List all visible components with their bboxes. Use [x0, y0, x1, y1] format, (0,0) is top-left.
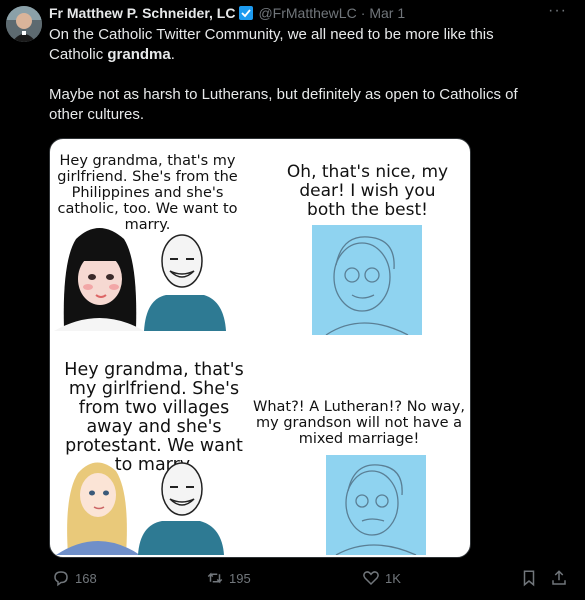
heart-icon	[363, 571, 379, 586]
repost-count: 195	[229, 570, 251, 586]
reply-button[interactable]: 168	[52, 566, 97, 590]
tweet-bold-word: grandma	[107, 46, 171, 63]
tweet-actions: 168 195 1K	[0, 566, 585, 590]
author-name[interactable]: Fr Matthew P. Schneider, LC	[49, 5, 235, 21]
panel-2-caption: Oh, that's nice, my dear! I wish you bot…	[286, 162, 449, 220]
author-handle[interactable]: @FrMatthewLC	[258, 5, 356, 21]
bookmark-button[interactable]	[520, 566, 538, 590]
panel-2-art	[312, 225, 422, 335]
tweet-date[interactable]: Mar 1	[369, 5, 405, 21]
reply-icon	[54, 571, 68, 587]
panel-4-art	[326, 455, 426, 555]
like-count: 1K	[385, 570, 401, 586]
tweet-text: On the Catholic Twitter Community, we al…	[49, 25, 549, 125]
repost-button[interactable]: 195	[206, 566, 251, 590]
separator-dot: ·	[360, 5, 366, 21]
panel-3-art	[56, 462, 224, 555]
share-icon	[552, 570, 566, 585]
tweet-line-2: Maybe not as harsh to Lutherans, but def…	[49, 86, 518, 123]
verified-badge-icon	[239, 6, 254, 20]
tweet-line-1-end: .	[170, 46, 175, 63]
tweet-header: Fr Matthew P. Schneider, LC @FrMatthewLC…	[49, 4, 405, 22]
bookmark-icon	[523, 570, 535, 587]
panel-1-art	[54, 228, 226, 331]
panel-4-caption: What?! A Lutheran!? No way, my grandson …	[253, 399, 465, 447]
reply-count: 168	[75, 570, 97, 586]
tweet-line-1b: Catholic	[49, 46, 108, 63]
share-button[interactable]	[550, 566, 568, 590]
repost-icon	[207, 572, 223, 584]
more-options-icon[interactable]: ···	[548, 2, 567, 20]
meme-image[interactable]: Hey grandma, that's my girlfriend. She's…	[49, 138, 471, 558]
tweet: Fr Matthew P. Schneider, LC @FrMatthewLC…	[0, 0, 585, 600]
like-button[interactable]: 1K	[362, 566, 401, 590]
tweet-line-1a: On the Catholic Twitter Community, we al…	[49, 26, 494, 43]
author-avatar[interactable]	[6, 6, 42, 42]
tweet-line-1: On the Catholic Twitter Community, we al…	[49, 25, 549, 65]
